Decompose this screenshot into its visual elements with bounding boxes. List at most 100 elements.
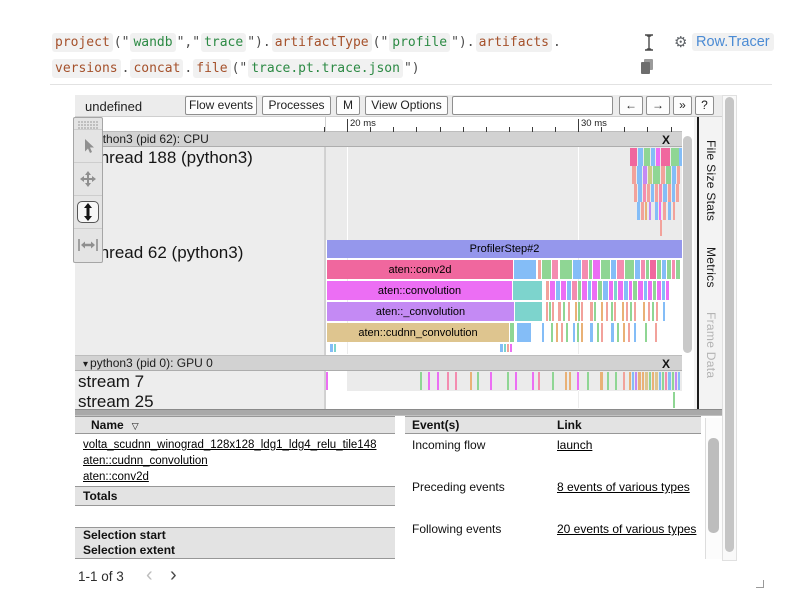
trace-span[interactable]: [582, 260, 588, 279]
trace-span[interactable]: [644, 281, 647, 300]
trace-span[interactable]: [672, 184, 675, 202]
tool-palette[interactable]: [73, 117, 103, 263]
trace-span[interactable]: [662, 372, 664, 390]
trace-span[interactable]: [655, 372, 658, 390]
trace-span[interactable]: [668, 202, 671, 220]
trace-span[interactable]: [568, 302, 570, 321]
trace-span[interactable]: [645, 372, 648, 390]
trace-span[interactable]: [662, 260, 666, 279]
query-op-token[interactable]: versions: [52, 59, 121, 78]
trace-span[interactable]: [617, 260, 624, 279]
trace-span[interactable]: [647, 184, 650, 202]
trace-span[interactable]: [542, 323, 544, 342]
trace-span[interactable]: [552, 372, 554, 390]
trace-span[interactable]: [645, 323, 647, 342]
query-op-token[interactable]: artifactType: [272, 33, 372, 52]
trace-span[interactable]: [538, 372, 540, 390]
tab-file-size-stats[interactable]: File Size Stats: [700, 140, 718, 221]
query-op-token[interactable]: artifacts: [476, 33, 552, 52]
trace-span[interactable]: [420, 372, 422, 390]
trace-span[interactable]: [673, 392, 675, 408]
trace-span[interactable]: [575, 302, 577, 321]
trace-span[interactable]: [507, 372, 509, 390]
query-punct-token[interactable]: ": [380, 33, 388, 52]
trace-span[interactable]: [514, 260, 536, 279]
trace-span[interactable]: [334, 344, 336, 352]
trace-span[interactable]: [590, 302, 593, 321]
trace-span[interactable]: [652, 302, 654, 321]
trace-span[interactable]: [666, 281, 669, 300]
trace-span[interactable]: [447, 372, 449, 390]
trace-span[interactable]: [632, 166, 636, 184]
find-next-button[interactable]: →: [646, 96, 670, 115]
trace-span[interactable]: [577, 323, 579, 342]
trace-span[interactable]: [635, 260, 640, 279]
trace-span[interactable]: [624, 281, 628, 300]
trace-span[interactable]: [655, 202, 658, 220]
query-punct-token[interactable]: ): [459, 33, 467, 52]
query-punct-token[interactable]: .: [263, 33, 271, 52]
trace-span[interactable]: [632, 372, 634, 390]
trace-span[interactable]: [641, 202, 644, 220]
query-string-token[interactable]: trace: [201, 33, 246, 52]
trace-span[interactable]: [588, 281, 591, 300]
trace-span[interactable]: [656, 148, 660, 166]
trace-span[interactable]: [672, 166, 676, 184]
trace-span[interactable]: [590, 323, 593, 342]
trace-span[interactable]: [561, 281, 566, 300]
previous-page-button[interactable]: ‹: [146, 564, 153, 587]
trace-span[interactable]: [629, 281, 632, 300]
trace-span[interactable]: [618, 281, 623, 300]
trace-span[interactable]: [601, 302, 603, 321]
panel-resize-handle[interactable]: [756, 580, 764, 588]
trace-span[interactable]: [652, 372, 654, 390]
trace-span[interactable]: [510, 323, 514, 342]
trace-span[interactable]: [675, 372, 677, 390]
trace-span[interactable]: [663, 202, 666, 220]
trace-span[interactable]: [625, 260, 634, 279]
query-punct-token[interactable]: (: [373, 33, 381, 52]
trace-span[interactable]: [668, 372, 671, 390]
trace-span[interactable]: [649, 202, 651, 220]
trace-span[interactable]: [582, 281, 587, 300]
close-icon[interactable]: X: [662, 357, 670, 371]
trace-span[interactable]: [638, 148, 643, 166]
query-op-token[interactable]: project: [52, 33, 113, 52]
trace-span[interactable]: [663, 302, 665, 321]
trace-span[interactable]: [609, 281, 613, 300]
trace-span[interactable]: [634, 184, 637, 202]
trace-span[interactable]: [573, 260, 581, 279]
trace-span[interactable]: [661, 148, 670, 166]
find-previous-button[interactable]: ←: [619, 96, 643, 115]
timing-tool-button[interactable]: [74, 228, 102, 261]
trace-span[interactable]: [659, 372, 661, 390]
trace-span[interactable]: [558, 302, 561, 321]
trace-span[interactable]: [668, 184, 671, 202]
trace-span[interactable]: [546, 302, 548, 321]
trace-span-aten-conv2d[interactable]: aten::conv2d: [327, 260, 513, 279]
trace-span[interactable]: [657, 281, 661, 300]
trace-span[interactable]: [643, 184, 646, 202]
trace-span[interactable]: [538, 260, 541, 279]
trace-span[interactable]: [673, 202, 675, 220]
trace-span-aten-cudnn-convolution[interactable]: aten::cudnn_convolution: [327, 323, 509, 342]
trace-span[interactable]: [578, 281, 581, 300]
trace-span[interactable]: [622, 302, 624, 321]
trace-span[interactable]: [638, 281, 643, 300]
trace-span[interactable]: [661, 166, 665, 184]
trace-span[interactable]: [659, 202, 661, 220]
next-page-button[interactable]: ›: [170, 564, 177, 587]
query-punct-token[interactable]: ": [451, 33, 459, 52]
cpu-process-header[interactable]: ▾python3 (pid 62): CPU X: [75, 131, 682, 147]
event-row-link[interactable]: launch: [557, 438, 592, 452]
query-string-token[interactable]: wandb: [130, 33, 175, 52]
trace-span[interactable]: [563, 302, 565, 321]
trace-span-aten-convolution[interactable]: aten::convolution: [327, 281, 512, 300]
query-string-token[interactable]: trace.pt.trace.json: [248, 59, 403, 78]
trace-span[interactable]: [515, 372, 517, 390]
trace-span[interactable]: [598, 281, 602, 300]
tab-metrics[interactable]: Metrics: [700, 247, 718, 288]
row-tracer-label[interactable]: Row.Tracer: [692, 33, 774, 51]
view-options-button[interactable]: View Options: [365, 96, 448, 115]
query-punct-token[interactable]: ,: [184, 33, 192, 52]
